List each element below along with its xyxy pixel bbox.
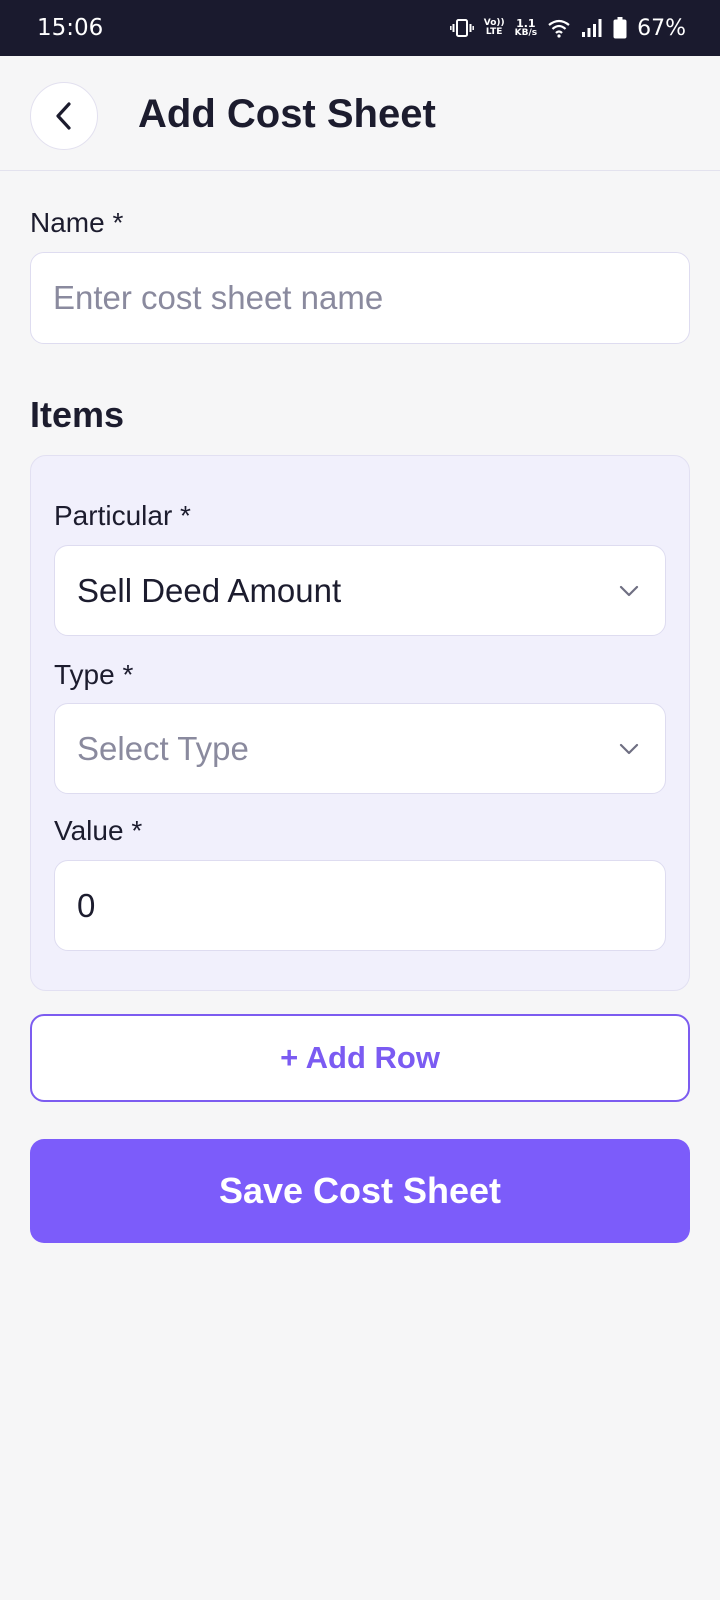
name-placeholder: Enter cost sheet name [53, 279, 384, 316]
status-icons: Vo)) LTE 1.1 KB/s 67% [449, 15, 686, 41]
particular-value: Sell Deed Amount [77, 571, 342, 609]
network-speed: 1.1 KB/s [514, 17, 538, 38]
save-label: Save Cost Sheet [218, 1170, 502, 1211]
particular-label: Particular * [54, 500, 191, 531]
type-select[interactable]: Select Type [54, 703, 666, 794]
value-input[interactable]: 0 [54, 860, 666, 951]
signal-icon [582, 19, 602, 37]
volte-indicator: Vo)) LTE [483, 18, 505, 37]
wifi-icon [548, 19, 570, 38]
save-cost-sheet-button[interactable]: Save Cost Sheet [30, 1139, 690, 1243]
app-header: Add Cost Sheet [0, 56, 720, 171]
status-bar: 15:06 Vo)) LTE 1.1 KB/s 67% [0, 0, 720, 56]
name-input[interactable]: Enter cost sheet name [30, 252, 690, 344]
particular-select[interactable]: Sell Deed Amount [54, 545, 666, 636]
value-label: Value * [54, 815, 143, 846]
chevron-left-icon [56, 102, 71, 130]
battery-percent: 67% [637, 15, 686, 41]
page-title: Add Cost Sheet [138, 92, 436, 136]
chevron-down-icon [619, 743, 639, 754]
type-placeholder: Select Type [77, 729, 249, 767]
status-time: 15:06 [37, 15, 104, 41]
battery-icon [613, 17, 627, 39]
back-button[interactable] [30, 82, 98, 150]
chevron-down-icon [619, 585, 639, 596]
type-label: Type * [54, 659, 134, 690]
vibrate-icon [449, 19, 474, 37]
value-text: 0 [77, 886, 96, 924]
items-section-title: Items [30, 394, 125, 435]
add-row-button[interactable]: + Add Row [30, 1014, 690, 1102]
name-label: Name * [30, 207, 124, 238]
add-row-label: + Add Row [280, 1040, 440, 1075]
